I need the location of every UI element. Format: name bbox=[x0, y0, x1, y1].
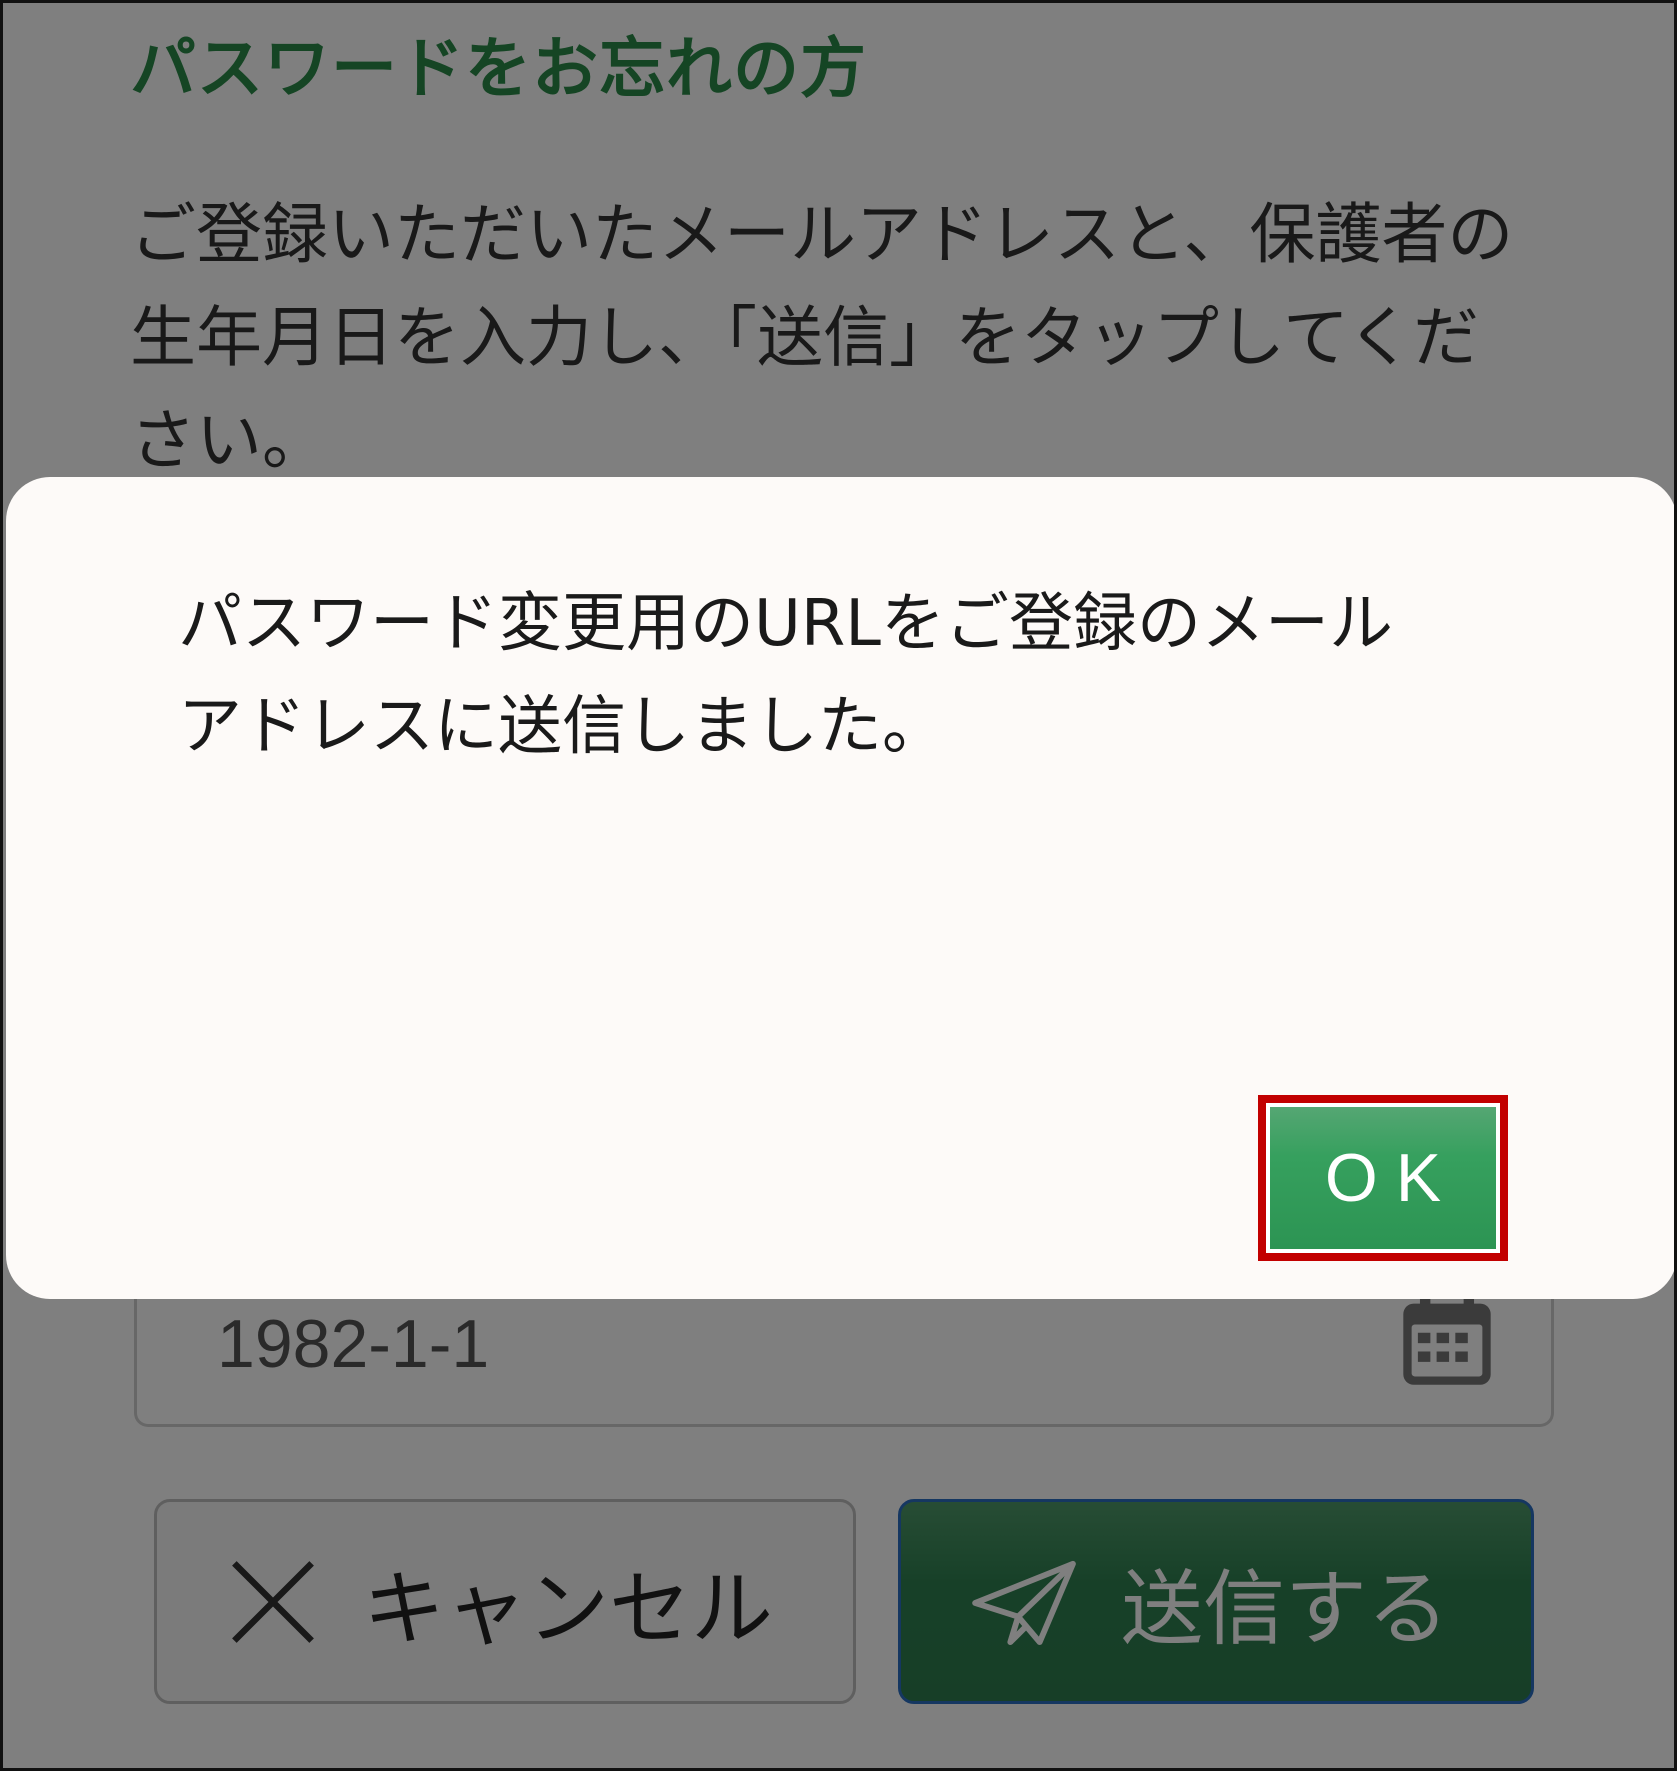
screen-frame: パスワードをお忘れの方 ご登録いただいたメールアドレスと、保護者の生年月日を入力… bbox=[0, 0, 1677, 1771]
ok-button-label: OK bbox=[1270, 1107, 1496, 1249]
dialog-message-line2: アドレスに送信しました。 bbox=[178, 690, 946, 764]
dialog-message-line1: パスワード変更用のURLをご登録のメール bbox=[178, 587, 1393, 661]
confirmation-dialog: パスワード変更用のURLをご登録のメール アドレスに送信しました。 OK bbox=[6, 477, 1674, 1299]
ok-button[interactable]: OK bbox=[1258, 1095, 1508, 1261]
dialog-message: パスワード変更用のURLをご登録のメール アドレスに送信しました。 bbox=[178, 573, 1518, 779]
